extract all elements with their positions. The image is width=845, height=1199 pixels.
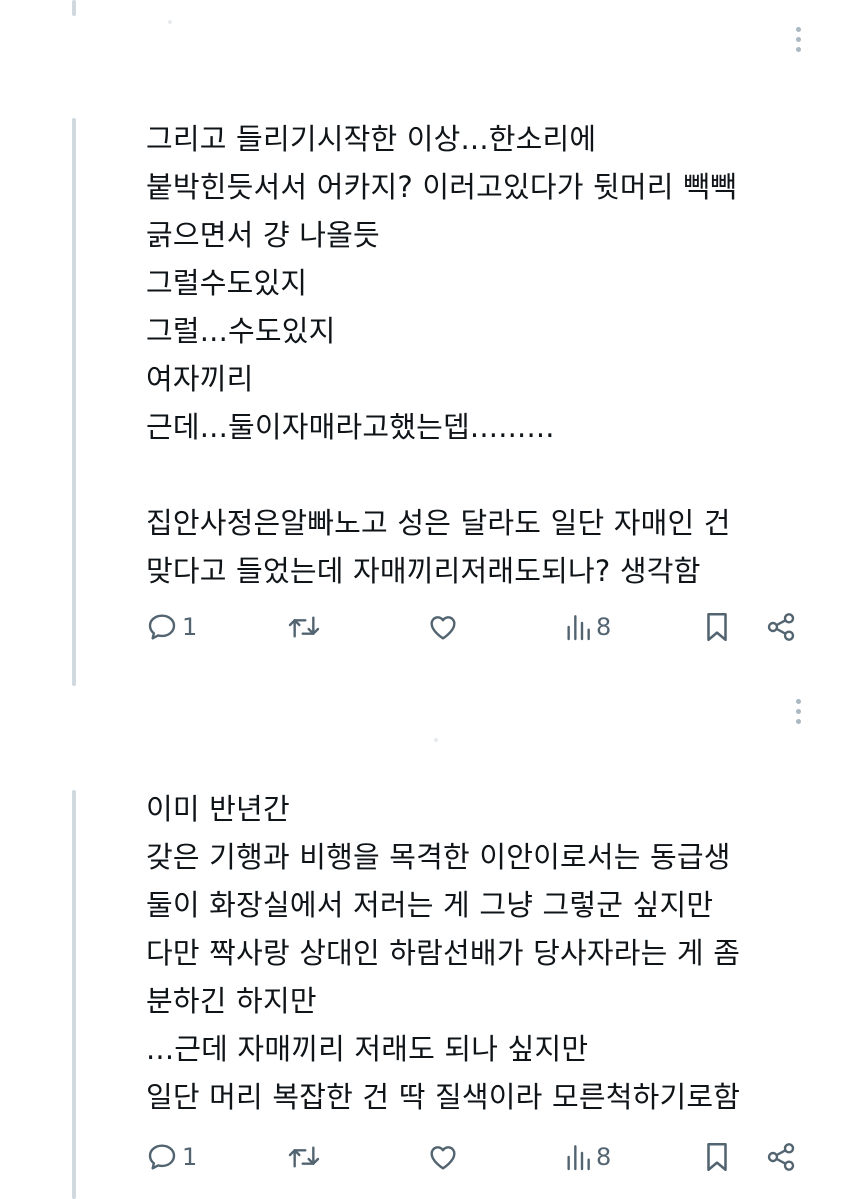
repost-icon <box>288 616 320 638</box>
view-count: 8 <box>596 1143 612 1171</box>
post-text-line: 갖은 기행과 비행을 목격한 이안이로서는 동급생 <box>146 840 731 874</box>
heart-icon <box>430 616 456 640</box>
post-text-line: 붙박힌듯서서 어카지? 이러고있다가 뒷머리 빽빽 <box>146 170 737 204</box>
post-text-line: 이미 반년간 <box>146 792 290 826</box>
repost-icon <box>288 1146 320 1168</box>
more-dot <box>795 36 801 42</box>
views-bar-chart-icon <box>567 1145 590 1171</box>
more-dot <box>795 46 801 52</box>
reply-button[interactable]: 1 <box>146 1137 197 1177</box>
post-text-line: 분하긴 하지만 <box>146 984 317 1018</box>
post-text-line: 일단 머리 복잡한 건 딱 질색이라 모른척하기로함 <box>146 1080 741 1114</box>
reply-button[interactable]: 1 <box>146 607 197 647</box>
post-body: 그리고 들리기시작한 이상...한소리에 붙박힌듯서서 어카지? 이러고있다가 … <box>146 115 826 595</box>
reply-count: 1 <box>182 613 198 641</box>
share-button[interactable] <box>764 607 798 647</box>
more-options-button[interactable] <box>784 694 812 728</box>
bookmark-icon <box>707 1142 727 1172</box>
more-dot <box>795 718 801 724</box>
view-count: 8 <box>596 613 612 641</box>
post-text-line: 그리고 들리기시작한 이상...한소리에 <box>146 122 597 156</box>
thread-connector <box>72 118 76 686</box>
post-text-line: 근데...둘이자매라고했는뎁......... <box>146 410 555 444</box>
divider-dot <box>434 738 438 742</box>
views-bar-chart-icon <box>567 615 590 641</box>
like-button[interactable] <box>426 1137 460 1177</box>
views-button[interactable]: 8 <box>564 1137 611 1177</box>
post-text-line: 집안사정은알빠노고 성은 달라도 일단 자매인 건 <box>146 506 731 540</box>
post-text-line: 긁으면서 걍 나올듯 <box>146 218 380 252</box>
share-icon <box>767 1143 795 1171</box>
post-text-line: 여자끼리 <box>146 362 254 396</box>
more-dot <box>795 698 801 704</box>
reply-bubble-icon <box>148 614 176 640</box>
post-actions: 1 8 <box>146 1137 806 1177</box>
repost-button[interactable] <box>286 607 322 647</box>
bookmark-button[interactable] <box>702 607 732 647</box>
views-button[interactable]: 8 <box>564 607 611 647</box>
post-text-line: ...근데 자매끼리 저래도 되나 싶지만 <box>146 1032 589 1066</box>
thread-connector <box>72 790 76 1199</box>
post-body: 이미 반년간 갖은 기행과 비행을 목격한 이안이로서는 동급생 둘이 화장실에… <box>146 785 826 1121</box>
thread-connector-top <box>72 0 76 16</box>
post-actions: 1 8 <box>146 607 806 647</box>
more-dot <box>795 26 801 32</box>
share-button[interactable] <box>764 1137 798 1177</box>
post-text-line: 맞다고 들었는데 자매끼리저래도되나? 생각함 <box>146 554 701 588</box>
post-text-line: 그럴수도있지 <box>146 266 308 300</box>
more-options-button[interactable] <box>784 22 812 56</box>
reply-count: 1 <box>182 1143 198 1171</box>
bookmark-button[interactable] <box>702 1137 732 1177</box>
reply-bubble-icon <box>148 1144 176 1170</box>
like-button[interactable] <box>426 607 460 647</box>
divider-dot <box>168 20 172 24</box>
post-text-line: 다만 짝사랑 상대인 하람선배가 당사자라는 게 좀 <box>146 936 741 970</box>
heart-icon <box>430 1146 456 1170</box>
more-dot <box>795 708 801 714</box>
post-text-line: 둘이 화장실에서 저러는 게 그냥 그렇군 싶지만 <box>146 888 714 922</box>
bookmark-icon <box>707 612 727 642</box>
repost-button[interactable] <box>286 1137 322 1177</box>
post-text-line: 그럴...수도있지 <box>146 314 336 348</box>
share-icon <box>767 613 795 641</box>
